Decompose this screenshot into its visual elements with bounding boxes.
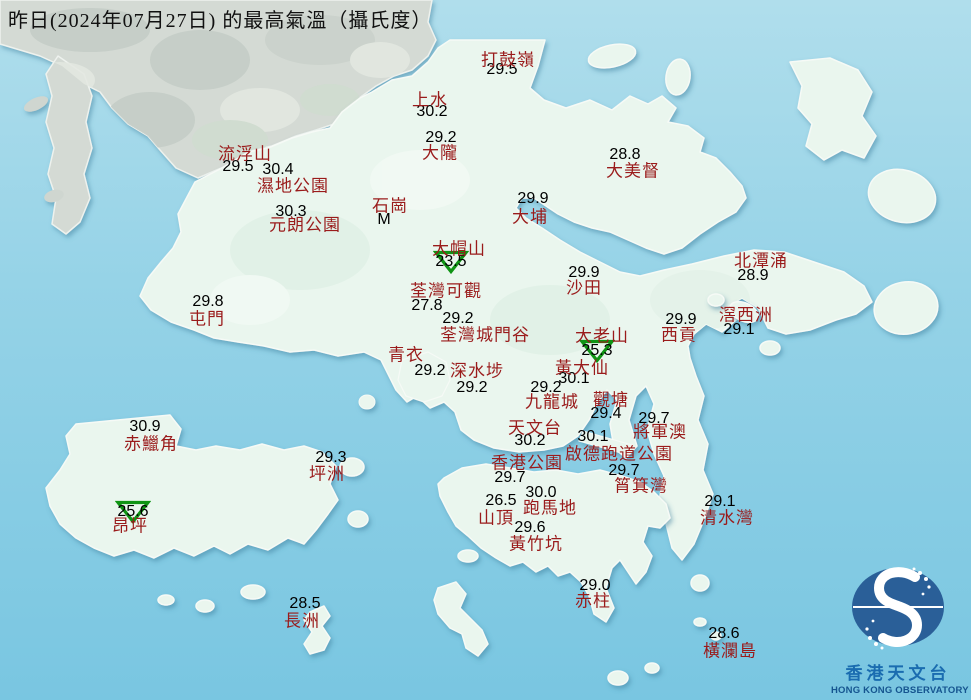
stations-layer: 29.5 打鼓嶺 30.2 上水 29.2 大隴 29.5 流浮山 30.4 濕地公園 30.3 元朗… xyxy=(0,0,971,700)
station-name-label: 黃大仙 xyxy=(555,358,609,378)
station-name-label: 大美督 xyxy=(606,161,660,181)
station-name-label: 天文台 xyxy=(508,418,562,438)
station-name-label: 大隴 xyxy=(422,143,458,163)
station-temperature-value: 29.2 xyxy=(456,379,488,396)
station-name-label: 石崗 xyxy=(372,196,408,216)
station-name-label: 啟德跑道公園 xyxy=(565,444,673,464)
station-name-label: 滘西洲 xyxy=(719,305,773,325)
station-name-label: 山頂 xyxy=(478,508,514,528)
station-name-label: 長洲 xyxy=(284,611,320,631)
station-name-label: 赤鱲角 xyxy=(124,434,178,454)
station-name-label: 荃灣城門谷 xyxy=(440,325,530,345)
station-name-label: 流浮山 xyxy=(218,144,272,164)
station-name-label: 筲箕灣 xyxy=(614,476,668,496)
station-name-label: 沙田 xyxy=(566,278,602,298)
hko-logo: 香港天文台 HONG KONG OBSERVATORY xyxy=(831,563,969,696)
station-name-label: 青衣 xyxy=(388,345,424,365)
station-name-label: 上水 xyxy=(412,90,448,110)
station-name-label: 濕地公園 xyxy=(257,176,329,196)
station-name-label: 大老山 xyxy=(575,326,629,346)
station-name-label: 元朗公園 xyxy=(269,215,341,235)
station-name-label: 橫瀾島 xyxy=(703,641,757,661)
station-name-label: 清水灣 xyxy=(700,508,754,528)
station-name-label: 昂坪 xyxy=(112,516,148,536)
station-name-label: 大帽山 xyxy=(432,239,486,259)
weather-map-stage: 昨日(2024年07月27日) 的最高氣溫（攝氏度） 29.5 打鼓嶺 30.2 上水… xyxy=(0,0,971,700)
station-name-label: 香港公園 xyxy=(491,453,563,473)
station-name-label: 北潭涌 xyxy=(734,251,788,271)
hko-logo-icon xyxy=(852,567,944,650)
station-name-label: 深水埗 xyxy=(450,361,504,381)
station-name-label: 跑馬地 xyxy=(523,498,577,518)
station-name-label: 坪洲 xyxy=(309,464,345,484)
hko-logo-english-name: HONG KONG OBSERVATORY xyxy=(831,685,969,696)
station-name-label: 大埔 xyxy=(512,207,548,227)
station-name-label: 九龍城 xyxy=(525,392,579,412)
station-name-label: 西貢 xyxy=(661,325,697,345)
station-name-label: 荃灣可觀 xyxy=(410,281,482,301)
station-name-label: 赤柱 xyxy=(575,591,611,611)
station-name-label: 打鼓嶺 xyxy=(481,50,535,70)
station-name-label: 屯門 xyxy=(189,309,225,329)
page-title: 昨日(2024年07月27日) 的最高氣溫（攝氏度） xyxy=(8,10,433,32)
station-name-label: 觀塘 xyxy=(593,390,629,410)
hko-logo-chinese-name: 香港天文台 xyxy=(845,664,951,683)
station-name-label: 黃竹坑 xyxy=(509,534,563,554)
